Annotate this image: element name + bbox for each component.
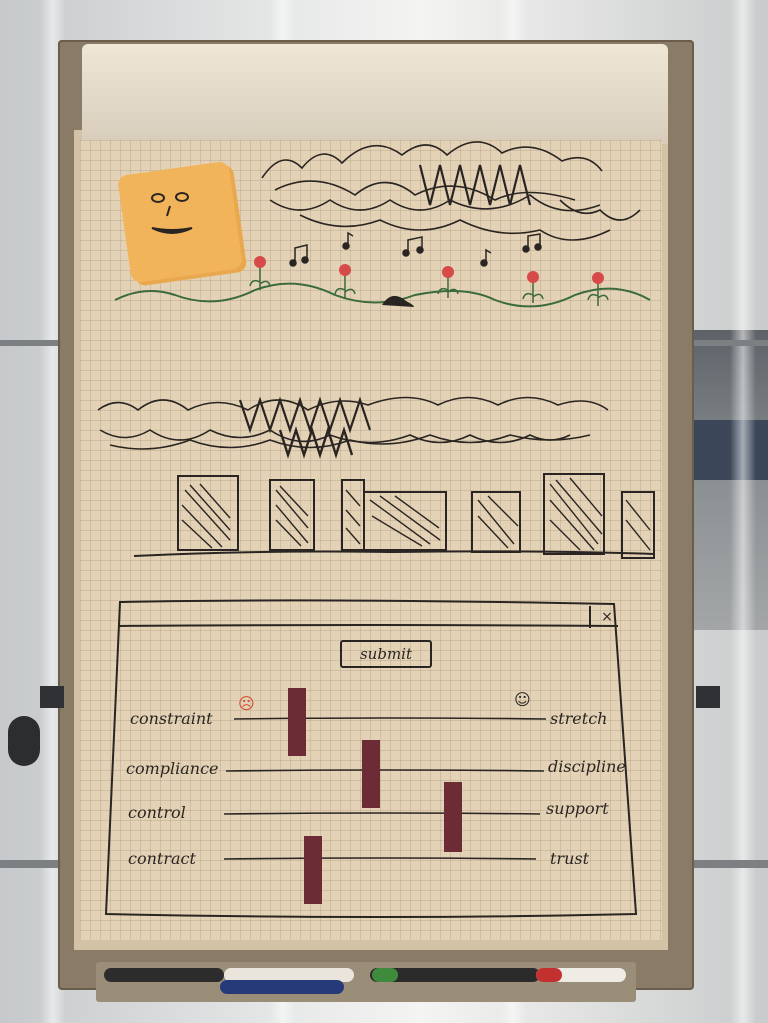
music-note-icon bbox=[289, 231, 542, 267]
slider-left-label: compliance bbox=[126, 759, 219, 778]
middle-clouds bbox=[97, 396, 609, 459]
slider-right-label: discipline bbox=[548, 757, 626, 776]
slider-right-label: support bbox=[546, 799, 609, 818]
slider-thumb[interactable] bbox=[288, 688, 306, 756]
close-icon[interactable]: × bbox=[598, 608, 616, 626]
slider-thumb[interactable] bbox=[362, 740, 380, 808]
slider-tracks bbox=[223, 717, 547, 860]
top-clouds bbox=[261, 141, 641, 241]
happy-face-icon: ☺ bbox=[514, 690, 531, 709]
slider-thumb[interactable] bbox=[444, 782, 462, 852]
marker-cap bbox=[372, 968, 398, 982]
sad-face-icon: ☹ bbox=[238, 694, 255, 713]
slider-thumb[interactable] bbox=[304, 836, 322, 904]
slider-left-label: constraint bbox=[130, 709, 213, 728]
slider-left-label: contract bbox=[128, 849, 196, 868]
sun-face-icon bbox=[151, 192, 193, 234]
slider-right-label: trust bbox=[550, 849, 590, 868]
submit-button[interactable]: submit bbox=[340, 640, 432, 668]
sketch-drawing bbox=[97, 141, 655, 918]
slider-right-label: stretch bbox=[550, 709, 608, 728]
marker[interactable] bbox=[220, 980, 344, 994]
slider-left-label: control bbox=[128, 803, 186, 822]
marker-cap bbox=[536, 968, 562, 982]
grass-line bbox=[114, 282, 651, 308]
marker[interactable] bbox=[104, 968, 224, 982]
building-hatching bbox=[181, 477, 651, 551]
